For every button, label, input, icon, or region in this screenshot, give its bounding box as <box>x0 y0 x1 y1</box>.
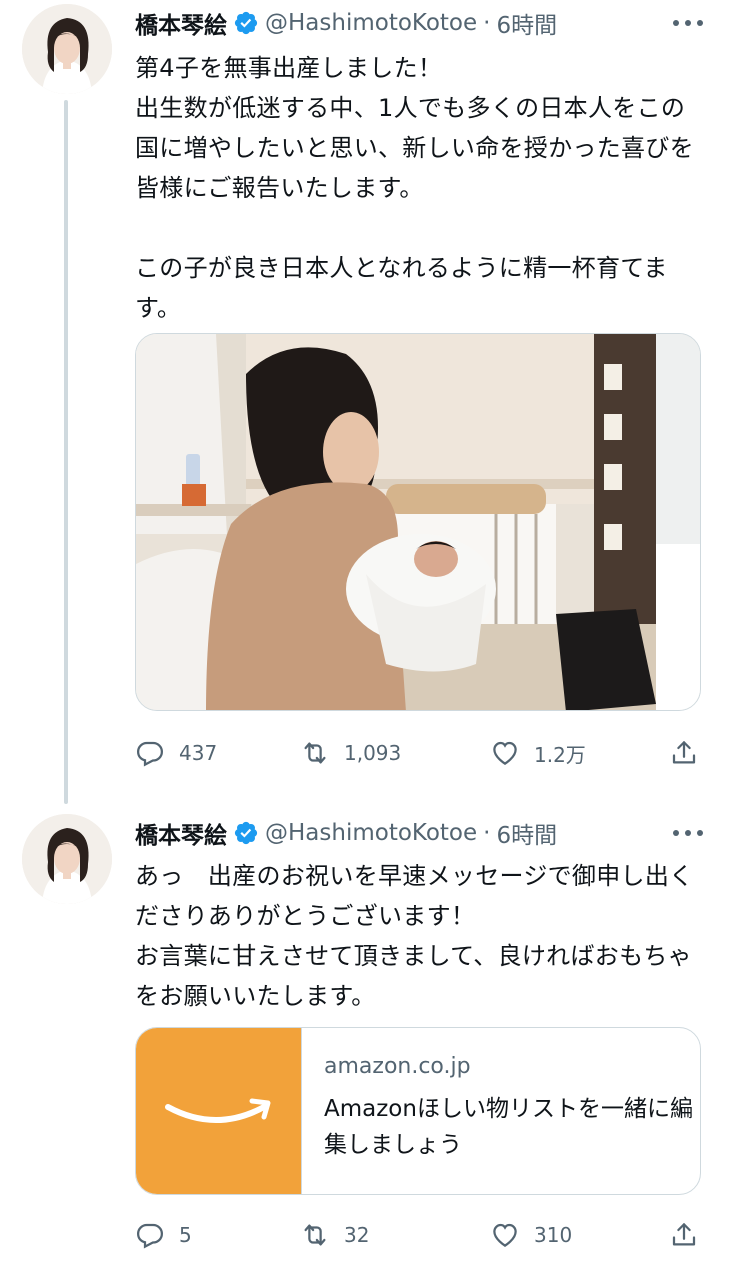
verified-badge-icon <box>233 820 259 846</box>
display-name[interactable]: 橋本琴絵 <box>135 6 227 40</box>
retweet-arrows-icon <box>304 742 326 764</box>
separator-dot: · <box>483 10 491 36</box>
link-card[interactable]: amazon.co.jp Amazonほしい物リストを一緒に編集しましょう <box>135 1027 701 1195</box>
reply-button[interactable]: 5 <box>135 1220 300 1250</box>
tweet-actions: 437 1,093 1.2万 <box>135 733 701 773</box>
share-upload-icon <box>672 741 696 764</box>
card-domain: amazon.co.jp <box>324 1054 471 1079</box>
tweet-text: 第4子を無事出産しました！ 出生数が低迷する中、1人でも多くの日本人をこの国に増… <box>135 54 694 322</box>
retweet-count: 1,093 <box>344 741 402 765</box>
display-name[interactable]: 橋本琴絵 <box>135 816 227 850</box>
avatar[interactable] <box>22 814 112 904</box>
card-info: amazon.co.jp Amazonほしい物リストを一緒に編集しましょう <box>302 1028 700 1194</box>
heart-icon <box>493 1223 517 1247</box>
user-handle[interactable]: @HashimotoKotoe <box>265 10 477 36</box>
avatar-image <box>22 814 112 904</box>
heart-icon <box>493 741 517 765</box>
tweet-header: 橋本琴絵 @HashimotoKotoe · 6時間 <box>135 0 705 46</box>
card-title: Amazonほしい物リストを一緒に編集しましょう <box>324 1096 693 1158</box>
share-upload-icon <box>672 1223 696 1246</box>
share-button[interactable] <box>669 1220 699 1250</box>
retweet-button[interactable]: 1,093 <box>300 738 490 768</box>
reply-count: 437 <box>179 741 218 765</box>
tweet-body: 橋本琴絵 @HashimotoKotoe · 6時間 あっ 出産のお祝いを早速メ… <box>135 810 705 1249</box>
tweet-header: 橋本琴絵 @HashimotoKotoe · 6時間 <box>135 810 705 856</box>
timestamp[interactable]: 6時間 <box>496 816 557 850</box>
retweet-arrows-icon <box>304 1224 326 1246</box>
verified-badge-icon <box>233 10 259 36</box>
more-dots-icon[interactable] <box>673 10 703 36</box>
tweet-photo[interactable] <box>135 333 701 711</box>
like-button[interactable]: 310 <box>490 1220 670 1250</box>
amazon-logo-thumbnail <box>136 1028 302 1194</box>
more-dots-icon[interactable] <box>673 820 703 846</box>
avatar[interactable] <box>22 4 112 94</box>
retweet-count: 32 <box>344 1223 370 1247</box>
tweet-text: あっ 出産のお祝いを早速メッセージで御申し出くださりありがとうございます！ お言… <box>135 862 694 1010</box>
user-handle[interactable]: @HashimotoKotoe <box>265 820 477 846</box>
reply-button[interactable]: 437 <box>135 738 300 768</box>
reply-bubble-icon <box>136 1223 164 1249</box>
like-count: 1.2万 <box>534 742 586 767</box>
separator-dot: · <box>483 820 491 846</box>
tweet[interactable]: 橋本琴絵 @HashimotoKotoe · 6時間 第4子を無事出産しました！… <box>0 0 733 790</box>
like-button[interactable]: 1.2万 <box>490 738 670 768</box>
tweet-actions: 5 32 310 <box>135 1215 701 1255</box>
timestamp[interactable]: 6時間 <box>496 6 557 40</box>
photo-mother-holding-newborn <box>136 334 700 710</box>
reply-bubble-icon <box>136 741 164 767</box>
tweet-thread: 橋本琴絵 @HashimotoKotoe · 6時間 第4子を無事出産しました！… <box>0 0 733 1278</box>
avatar-image <box>22 4 112 94</box>
tweet-body: 橋本琴絵 @HashimotoKotoe · 6時間 第4子を無事出産しました！… <box>135 0 705 767</box>
reply-count: 5 <box>179 1223 192 1247</box>
amazon-smile-icon <box>164 1098 270 1123</box>
share-button[interactable] <box>669 738 699 768</box>
like-count: 310 <box>534 1223 573 1247</box>
retweet-button[interactable]: 32 <box>300 1220 490 1250</box>
tweet[interactable]: 橋本琴絵 @HashimotoKotoe · 6時間 あっ 出産のお祝いを早速メ… <box>0 810 733 1278</box>
